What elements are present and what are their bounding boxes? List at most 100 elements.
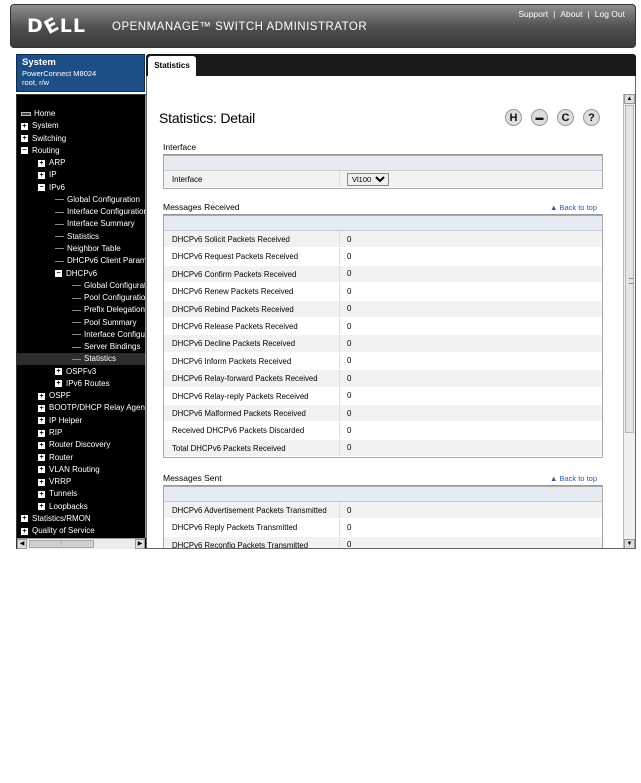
nav-item-label: ARP (49, 158, 66, 168)
nav-item[interactable]: Neighbor Table (55, 243, 121, 255)
nav-item[interactable]: Prefix Delegation (72, 304, 145, 316)
expand-icon[interactable]: + (38, 466, 45, 474)
nav-item-label: BOOTP/DHCP Relay Agent (49, 403, 145, 413)
nav-item[interactable]: + VRRP (38, 476, 71, 488)
nav-item[interactable]: Home (21, 108, 55, 120)
nav-item-label: Interface Summary (67, 219, 135, 229)
expand-icon[interactable]: + (38, 503, 45, 511)
nav-item[interactable]: Pool Configuration (72, 292, 145, 304)
row-label: DHCPv6 Confirm Packets Received (164, 265, 340, 283)
interface-table: Interface Vl100 (163, 155, 603, 190)
print-icon[interactable]: ▬ (531, 109, 548, 126)
table-row: DHCPv6 Reconfig Packets Transmitted 0 (164, 536, 602, 548)
nav-item[interactable]: + VLAN Routing (38, 464, 100, 476)
expand-icon[interactable]: + (38, 404, 45, 412)
tree-branch-line (72, 358, 81, 360)
nav-item[interactable]: + IPv6 Routes (55, 378, 110, 390)
expand-icon[interactable]: + (38, 392, 45, 400)
nav-item[interactable]: + Router (38, 452, 73, 464)
back-to-top-link[interactable]: ▲ Back to top (550, 474, 597, 483)
tab-statistics[interactable]: Statistics (148, 56, 196, 76)
logout-link[interactable]: Log Out (595, 9, 625, 19)
nav-item[interactable]: Pool Summary (72, 317, 136, 329)
collapse-icon[interactable]: − (55, 270, 62, 277)
content-vertical-scrollbar[interactable]: ▲ ▼ (623, 94, 635, 548)
tree-branch-line (72, 297, 81, 299)
row-value: 0 (347, 286, 352, 296)
expand-icon[interactable]: + (38, 441, 45, 449)
help-icon[interactable]: ? (583, 109, 600, 126)
nav-item[interactable]: Global Configuration (55, 194, 140, 206)
nav-item[interactable]: + Switching (21, 133, 66, 145)
expand-icon[interactable]: + (38, 454, 45, 462)
back-to-top-link[interactable]: ▲ Back to top (550, 203, 597, 212)
tree-branch-line (55, 199, 64, 201)
expand-icon[interactable]: + (38, 478, 45, 486)
table-body: DHCPv6 Solicit Packets Received 0 DHCPv6 R… (164, 231, 602, 458)
scroll-thumb[interactable]: ⁞ (29, 540, 94, 548)
row-label: DHCPv6 Malformed Packets Received (164, 404, 340, 422)
interface-select[interactable]: Vl100 (347, 172, 389, 186)
nav-item[interactable]: Server Bindings (72, 341, 140, 353)
expand-icon[interactable]: + (38, 429, 45, 437)
nav-item[interactable]: DHCPv6 Client Parameters (55, 255, 145, 267)
expand-icon[interactable]: + (38, 417, 45, 425)
nav-item[interactable]: + System (21, 120, 59, 132)
tree-branch-line (55, 236, 64, 238)
refresh-icon[interactable]: C (557, 109, 574, 126)
nav-item-label: Routing (32, 145, 60, 155)
save-icon[interactable]: H (505, 109, 522, 126)
nav-item[interactable]: Global Configuration (72, 280, 145, 292)
row-label: DHCPv6 Advertisement Packets Transmitted (164, 502, 340, 519)
nav-item[interactable]: + Router Discovery (38, 439, 110, 451)
nav-horizontal-scrollbar[interactable]: ◀ ⁞ ▶ (17, 538, 145, 549)
expand-icon[interactable]: + (38, 490, 45, 498)
expand-icon[interactable]: + (38, 159, 45, 167)
nav-item[interactable]: Interface Summary (55, 218, 135, 230)
expand-icon[interactable]: + (21, 135, 28, 143)
expand-icon[interactable]: + (21, 122, 28, 130)
table-header (164, 487, 602, 502)
row-label: DHCPv6 Renew Packets Received (164, 283, 340, 300)
nav-item[interactable]: + Tunnels (38, 488, 77, 500)
nav-item[interactable]: + OSPFv3 (55, 366, 96, 378)
nav-item[interactable]: + IP (38, 169, 57, 181)
messages-sent-table: DHCPv6 Advertisement Packets Transmitted… (163, 486, 603, 548)
nav-item[interactable]: + Loopbacks (38, 501, 88, 513)
nav-item-label: IPv6 Routes (66, 378, 110, 388)
nav-item[interactable]: + Statistics/RMON (21, 513, 91, 525)
row-value: 0 (347, 408, 352, 418)
table-row: DHCPv6 Release Packets Received 0 (164, 317, 602, 336)
nav-item[interactable]: + RIP (38, 427, 62, 439)
nav-item[interactable]: + BOOTP/DHCP Relay Agent (38, 402, 145, 414)
nav-item[interactable]: − IPv6 (38, 182, 65, 194)
expand-icon[interactable]: + (21, 527, 28, 535)
expand-icon[interactable]: + (55, 368, 62, 376)
nav-item[interactable]: + Quality of Service (21, 525, 95, 537)
system-info-box[interactable]: System PowerConnect M8024 root, r/w (16, 54, 145, 92)
nav-item[interactable]: + OSPF (38, 390, 71, 402)
support-link[interactable]: Support (518, 9, 548, 19)
nav-item[interactable]: Interface Configuration (72, 329, 145, 341)
nav-item[interactable]: Statistics (17, 353, 145, 366)
nav-item[interactable]: − Routing (21, 145, 60, 157)
collapse-icon[interactable]: − (21, 147, 28, 155)
nav-item[interactable]: Interface Configuration (55, 206, 145, 218)
scroll-up-arrow-icon[interactable]: ▲ (624, 94, 635, 104)
collapse-icon[interactable]: − (38, 184, 45, 192)
about-link[interactable]: About (560, 9, 582, 19)
expand-icon[interactable]: + (21, 515, 28, 523)
nav-item-label: Loopbacks (49, 501, 88, 511)
nav-item[interactable]: + IP Helper (38, 415, 82, 427)
nav-item[interactable]: + ARP (38, 157, 65, 169)
scroll-right-arrow-icon[interactable]: ▶ (135, 539, 145, 549)
scroll-thumb[interactable] (625, 105, 634, 433)
scroll-down-arrow-icon[interactable]: ▼ (624, 539, 635, 548)
nav-item[interactable]: − DHCPv6 (55, 268, 97, 280)
system-user: root, r/w (22, 78, 50, 87)
nav-item[interactable]: Statistics (55, 231, 99, 243)
expand-icon[interactable]: + (38, 171, 45, 179)
scroll-left-arrow-icon[interactable]: ◀ (17, 539, 27, 549)
expand-icon[interactable]: + (55, 380, 62, 388)
navigation-panel: Home + System + Switching − Routing + ARP + IP − IPv… (16, 94, 156, 549)
